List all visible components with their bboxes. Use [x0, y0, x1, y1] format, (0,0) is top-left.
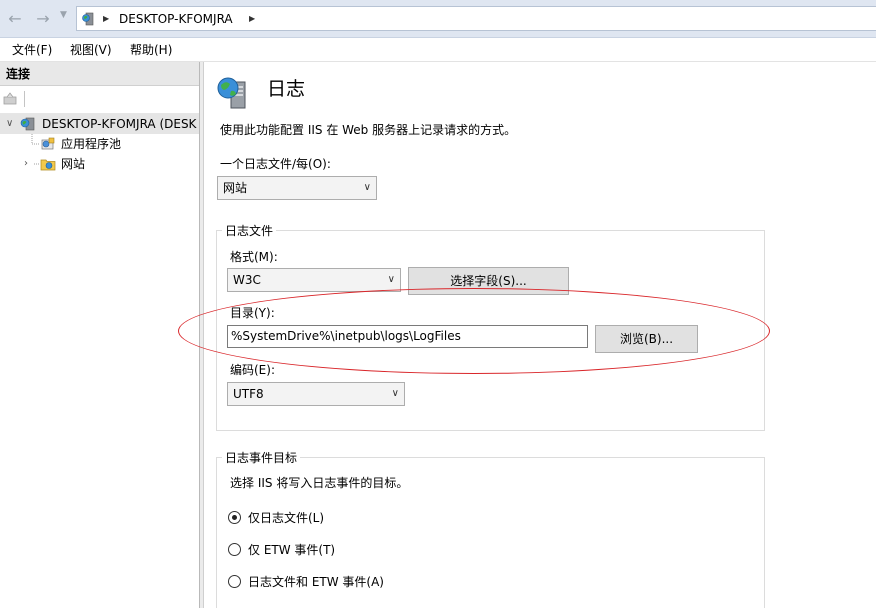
- forward-arrow-icon[interactable]: →: [32, 9, 54, 29]
- page-description: 使用此功能配置 IIS 在 Web 服务器上记录请求的方式。: [220, 123, 517, 137]
- toolbar-separator: [24, 91, 25, 107]
- sites-folder-icon: [40, 159, 56, 171]
- tree-item-app-pools[interactable]: 应用程序池: [0, 134, 199, 154]
- logging-feature-page: 日志 使用此功能配置 IIS 在 Web 服务器上记录请求的方式。 一个日志文件…: [205, 62, 876, 608]
- page-title: 日志: [267, 78, 306, 100]
- encoding-select[interactable]: UTF8 ∨: [227, 382, 405, 406]
- log-file-group-title: 日志文件: [222, 223, 277, 239]
- radio-button[interactable]: [228, 543, 241, 556]
- logging-feature-icon: [217, 77, 246, 109]
- one-log-per-select[interactable]: 网站 ∨: [217, 176, 377, 200]
- radio-etw-only-label: 仅 ETW 事件(T): [248, 543, 336, 557]
- back-arrow-icon[interactable]: ←: [4, 9, 26, 29]
- connections-header: 连接: [0, 62, 199, 86]
- tree-item-sites-label: 网站: [61, 157, 86, 171]
- log-event-destination-title: 日志事件目标: [222, 450, 301, 466]
- chevron-right-icon[interactable]: ›: [24, 154, 28, 174]
- encoding-value: UTF8: [233, 387, 264, 401]
- breadcrumb-arrow-icon[interactable]: ▶: [103, 12, 109, 26]
- menu-help[interactable]: 帮助(H): [130, 42, 172, 58]
- format-value: W3C: [233, 273, 261, 287]
- one-log-per-value: 网站: [223, 181, 248, 195]
- radio-log-file-and-etw-label: 日志文件和 ETW 事件(A): [248, 575, 384, 589]
- browse-button[interactable]: 浏览(B)...: [595, 325, 698, 353]
- tree-item-sites[interactable]: › 网站: [0, 154, 199, 174]
- connections-toolbar: [0, 86, 199, 114]
- radio-log-file-only-label: 仅日志文件(L): [248, 511, 325, 525]
- menu-view[interactable]: 视图(V): [70, 42, 112, 58]
- server-icon: [82, 12, 94, 26]
- one-log-per-label: 一个日志文件/每(O):: [220, 157, 331, 171]
- breadcrumb-server[interactable]: DESKTOP-KFOMJRA: [119, 11, 233, 27]
- directory-input[interactable]: %SystemDrive%\inetpub\logs\LogFiles: [227, 325, 588, 348]
- history-dropdown-icon[interactable]: ▼: [60, 10, 67, 20]
- app-pool-icon: [41, 137, 55, 150]
- chevron-down-icon: ∨: [391, 388, 399, 399]
- radio-button-checked[interactable]: [228, 511, 241, 524]
- tree-item-server-label: DESKTOP-KFOMJRA (DESK: [42, 117, 197, 131]
- directory-label: 目录(Y):: [230, 306, 275, 320]
- tree-item-app-pools-label: 应用程序池: [61, 137, 122, 151]
- menu-bar: 文件(F) 视图(V) 帮助(H): [0, 38, 876, 62]
- format-label: 格式(M):: [230, 250, 278, 264]
- chevron-down-icon[interactable]: ∨: [6, 114, 13, 134]
- format-select[interactable]: W3C ∨: [227, 268, 401, 292]
- radio-button[interactable]: [228, 575, 241, 588]
- connections-pane: 连接 ∨ DESKTOP-KFOMJRA (DESK 应用程序池 › 网站: [0, 62, 200, 608]
- address-bar: ← → ▼ ▶ DESKTOP-KFOMJRA ▶: [0, 0, 876, 38]
- menu-file[interactable]: 文件(F): [12, 42, 52, 58]
- pane-splitter[interactable]: [200, 62, 204, 608]
- chevron-down-icon: ∨: [363, 182, 371, 193]
- connect-icon[interactable]: [3, 92, 17, 106]
- tree-item-server[interactable]: ∨ DESKTOP-KFOMJRA (DESK: [0, 114, 199, 134]
- encoding-label: 编码(E):: [230, 363, 275, 377]
- chevron-down-icon: ∨: [387, 274, 395, 285]
- breadcrumb-arrow-icon[interactable]: ▶: [249, 12, 255, 26]
- address-box[interactable]: ▶ DESKTOP-KFOMJRA ▶: [76, 6, 876, 31]
- select-fields-button[interactable]: 选择字段(S)...: [408, 267, 569, 295]
- log-event-destination-description: 选择 IIS 将写入日志事件的目标。: [230, 476, 409, 490]
- server-icon: [20, 117, 35, 131]
